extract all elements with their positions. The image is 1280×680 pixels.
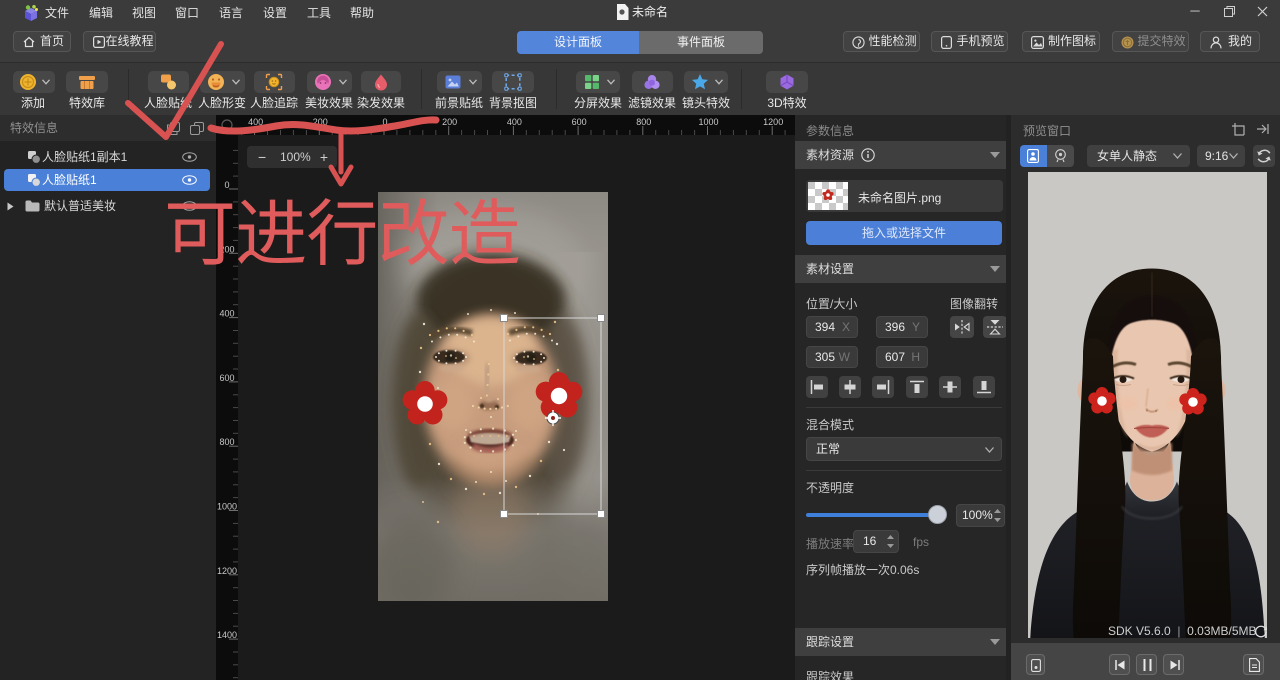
svg-text:200: 200 — [442, 117, 457, 127]
svg-text:400: 400 — [507, 117, 522, 127]
svg-text:1200: 1200 — [763, 117, 783, 127]
svg-text:400: 400 — [219, 309, 234, 319]
svg-text:800: 800 — [636, 117, 651, 127]
svg-text:600: 600 — [572, 117, 587, 127]
svg-text:1400: 1400 — [217, 630, 237, 640]
svg-text:200: 200 — [313, 117, 328, 127]
svg-text:1000: 1000 — [698, 117, 718, 127]
svg-text:600: 600 — [219, 373, 234, 383]
svg-text:1000: 1000 — [217, 502, 237, 512]
svg-text:800: 800 — [219, 437, 234, 447]
svg-text:1200: 1200 — [217, 566, 237, 576]
svg-text:0: 0 — [382, 117, 387, 127]
svg-text:400: 400 — [248, 117, 263, 127]
